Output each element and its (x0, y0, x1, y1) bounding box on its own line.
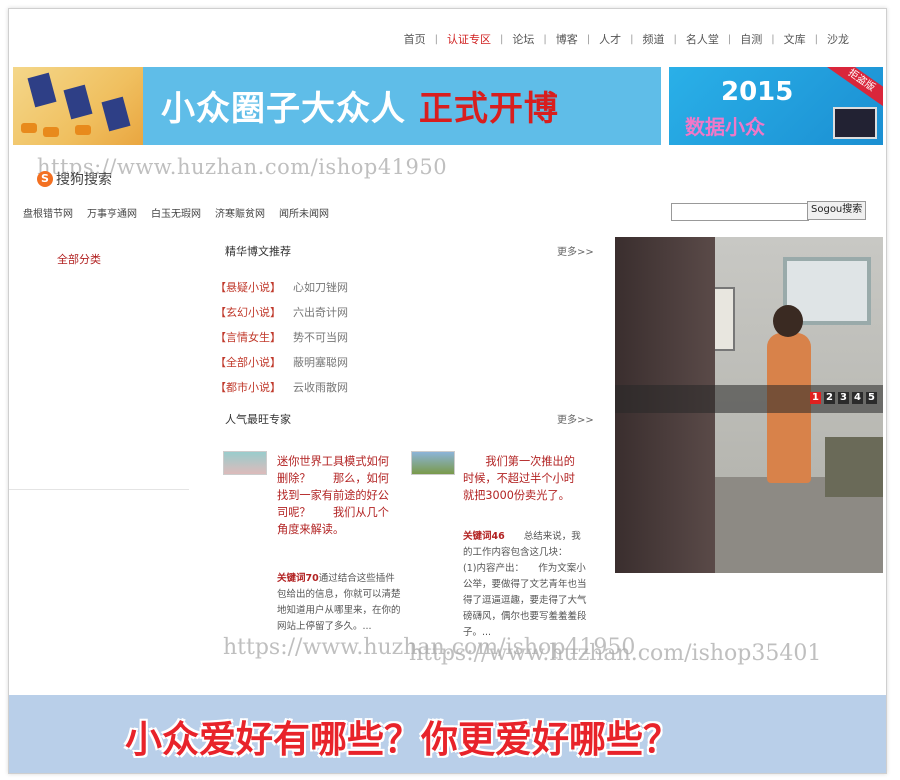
divider (9, 489, 189, 490)
main-banner[interactable]: 小众圈子大众人 正式开博 (13, 67, 661, 145)
nav-item[interactable]: 人才 (590, 31, 630, 47)
nav-item[interactable]: 频道 (634, 31, 674, 47)
recommend-category[interactable]: 【悬疑小说】 (215, 281, 281, 294)
expert-thumbnail[interactable] (223, 451, 267, 475)
recommend-site-name[interactable]: 云收雨散网 (293, 381, 348, 394)
recommend-item[interactable]: 【全部小说】 蔽明塞聪网 (215, 354, 348, 379)
recommend-site-name[interactable]: 心如刀锉网 (293, 281, 348, 294)
side-banner-subtitle: 数据小众 (685, 115, 765, 139)
coin-figure (75, 125, 91, 135)
bottom-banner[interactable]: 小众爱好有哪些？你更爱好哪些？ (9, 695, 886, 773)
experts-more-link[interactable]: 更多>> (557, 411, 594, 426)
site-link[interactable]: 白玉无瑕网 (151, 205, 201, 220)
nav-item[interactable]: 名人堂 (677, 31, 728, 47)
expert-headline[interactable]: 我们第一次推出的时候，不超过半个小时就把3000份卖光了。 (463, 453, 583, 504)
banner-title-highlight: 正式开博 (418, 89, 559, 129)
banner-title-main: 小众圈子大众人 (161, 89, 406, 129)
recommend-item[interactable]: 【悬疑小说】 心如刀锉网 (215, 279, 348, 304)
expert-keyword: 关键词70 (277, 573, 319, 584)
watermark: https://www.huzhan.com/ishop35401 (409, 641, 822, 666)
recommend-list: 【悬疑小说】 心如刀锉网 【玄幻小说】 六出奇计网 【言情女生】 势不可当网 【全部小说】蔽… (215, 279, 348, 404)
site-links: 盘根错节网 万事亨通网 白玉无瑕网 济寒赈贫网 闻所未闻网 (23, 205, 343, 220)
sogou-icon: S (37, 171, 53, 187)
recommend-more-link[interactable]: 更多>> (557, 243, 594, 258)
slider-page-button[interactable]: 1 (810, 392, 821, 404)
recommend-site-name[interactable]: 蔽明塞聪网 (293, 356, 348, 369)
expert-summary-text: 总结来说，我的工作内容包含这几块： (1)内容产出： 作为文案小公举，要做得了文… (463, 531, 587, 638)
recommend-item[interactable]: 【都市小说】 云收雨散网 (215, 379, 348, 404)
slider-page-button[interactable]: 2 (824, 392, 835, 404)
expert-headline[interactable]: 迷你世界工具模式如何删除？ 那么，如何找到一家有前途的好公司呢？ 我们从几个角度… (277, 453, 393, 538)
coin-figure (43, 127, 59, 137)
recommend-item[interactable]: 【玄幻小说】 六出奇计网 (215, 304, 348, 329)
book-figure (63, 84, 93, 120)
nav-item[interactable]: 沙龙 (818, 31, 858, 47)
sogou-logo-text: 搜狗搜索 (56, 172, 112, 188)
sogou-search-input[interactable] (671, 203, 809, 221)
sogou-logo[interactable]: S 搜狗搜索 (37, 169, 112, 189)
sogou-search-button[interactable]: Sogou搜索 (807, 201, 867, 220)
all-categories-link[interactable]: 全部分类 (57, 251, 101, 267)
recommend-category[interactable]: 【都市小说】 (215, 381, 281, 394)
site-link[interactable]: 济寒赈贫网 (215, 205, 265, 220)
bottom-banner-text: 小众爱好有哪些？你更爱好哪些？ (125, 718, 680, 761)
slider-photo-head (773, 305, 803, 337)
slider-pager: 12345 (807, 392, 877, 404)
expert-summary: 关键词70通过结合这些插件包给出的信息，你就可以清楚地知道用户从哪里来，在你的网… (277, 571, 401, 635)
nav-item[interactable]: 认证专区 (438, 31, 500, 47)
coin-figure (21, 123, 37, 133)
recommend-category[interactable]: 【言情女生】 (215, 331, 281, 344)
experts-title: 人气最旺专家 (225, 413, 291, 426)
book-figure (27, 72, 57, 108)
book-figure (101, 96, 131, 132)
side-banner-ribbon: 拒盗版 (823, 67, 883, 111)
site-link[interactable]: 万事亨通网 (87, 205, 137, 220)
laptop-icon (833, 107, 877, 139)
nav-item[interactable]: 博客 (547, 31, 587, 47)
top-nav: 首页 | 认证专区 | 论坛 | 博客 | 人才 | 频道 | 名人堂 | 自测 | 文库 | 沙龙 (395, 31, 858, 47)
slider-page-button[interactable]: 5 (866, 392, 877, 404)
nav-item[interactable]: 自测 (731, 31, 771, 47)
slider-page-button[interactable]: 3 (838, 392, 849, 404)
recommend-title: 精华博文推荐 (225, 245, 291, 258)
slider-photo-table (825, 437, 883, 497)
site-link[interactable]: 盘根错节网 (23, 205, 73, 220)
recommend-site-name[interactable]: 六出奇计网 (293, 306, 348, 319)
side-banner-year: 2015 (721, 77, 794, 107)
site-link[interactable]: 闻所未闻网 (279, 205, 329, 220)
banner-title: 小众圈子大众人 正式开博 (161, 81, 559, 130)
banner-illustration (13, 67, 143, 145)
slider-page-button[interactable]: 4 (852, 392, 863, 404)
recommend-item[interactable]: 【言情女生】 势不可当网 (215, 329, 348, 354)
recommend-site-name[interactable]: 势不可当网 (293, 331, 348, 344)
page-frame: 首页 | 认证专区 | 论坛 | 博客 | 人才 | 频道 | 名人堂 | 自测 | 文库 | 沙龙 小众圈子大众人… (8, 8, 887, 774)
nav-item[interactable]: 论坛 (503, 31, 543, 47)
recommend-category[interactable]: 【全部小说】 (215, 356, 281, 369)
photo-slider[interactable]: 12345 (615, 237, 883, 573)
recommend-category[interactable]: 【玄幻小说】 (215, 306, 281, 319)
nav-item[interactable]: 首页 (395, 31, 435, 47)
expert-thumbnail[interactable] (411, 451, 455, 475)
expert-keyword: 关键词46 (463, 531, 505, 542)
side-banner[interactable]: 2015 数据小众 拒盗版 (669, 67, 883, 145)
expert-summary: 关键词46 总结来说，我的工作内容包含这几块： (1)内容产出： 作为文案小公举… (463, 529, 587, 641)
nav-item[interactable]: 文库 (775, 31, 815, 47)
